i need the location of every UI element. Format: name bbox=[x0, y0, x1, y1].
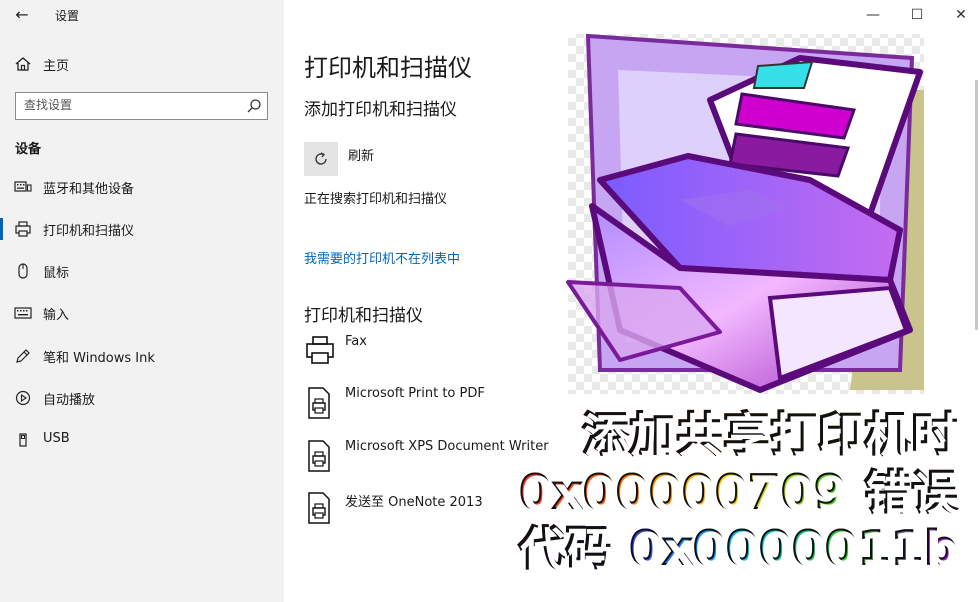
sidebar-item-label: 鼠标 bbox=[43, 266, 70, 281]
close-button[interactable]: ✕ bbox=[946, 3, 976, 27]
printer-item-onenote[interactable]: 发送至 OneNote 2013 bbox=[304, 491, 544, 531]
home-icon bbox=[15, 57, 31, 71]
printer-name: Microsoft XPS Document Writer bbox=[345, 439, 549, 454]
sidebar-item-label: 主页 bbox=[43, 59, 70, 74]
printer-item-fax[interactable]: Fax bbox=[304, 334, 544, 374]
title-bar: ← 设置 bbox=[0, 0, 284, 30]
sidebar-item-label: 输入 bbox=[43, 308, 70, 323]
selected-indicator bbox=[0, 218, 3, 240]
document-printer-icon bbox=[308, 440, 330, 472]
usb-icon bbox=[19, 433, 27, 447]
sidebar-item-label: 笔和 Windows Ink bbox=[43, 351, 155, 366]
refresh-label[interactable]: 刷新 bbox=[348, 145, 374, 164]
sidebar-item-bluetooth[interactable]: 蓝牙和其他设备 bbox=[0, 172, 284, 202]
page-title: 打印机和扫描仪 bbox=[304, 54, 472, 82]
search-input[interactable] bbox=[24, 96, 234, 114]
mouse-icon bbox=[18, 263, 28, 279]
printer-name: 发送至 OneNote 2013 bbox=[345, 495, 483, 510]
sidebar-item-home[interactable]: 主页 bbox=[0, 49, 284, 79]
printer-icon bbox=[15, 221, 31, 237]
printer-name: Fax bbox=[345, 334, 367, 349]
add-section-title: 添加打印机和扫描仪 bbox=[304, 100, 457, 120]
pen-icon bbox=[16, 349, 30, 363]
sidebar-item-label: USB bbox=[43, 431, 70, 446]
sidebar-item-typing[interactable]: 输入 bbox=[0, 298, 284, 328]
sidebar-item-label: 自动播放 bbox=[43, 393, 96, 408]
sidebar-item-label: 蓝牙和其他设备 bbox=[43, 182, 135, 197]
printer-clipart-illustration bbox=[566, 33, 924, 394]
fax-icon bbox=[306, 336, 334, 364]
printer-not-listed-link[interactable]: 我需要的打印机不在列表中 bbox=[304, 248, 460, 267]
sidebar-item-printers[interactable]: 打印机和扫描仪 bbox=[0, 214, 284, 244]
sidebar-item-pen[interactable]: 笔和 Windows Ink bbox=[0, 341, 284, 371]
printer-name: Microsoft Print to PDF bbox=[345, 386, 485, 401]
keyboard-icon bbox=[14, 181, 32, 192]
search-box[interactable] bbox=[15, 92, 268, 120]
sidebar-item-autoplay[interactable]: 自动播放 bbox=[0, 383, 284, 413]
autoplay-icon bbox=[15, 390, 31, 406]
back-button[interactable]: ← bbox=[8, 3, 36, 27]
maximize-button[interactable]: ☐ bbox=[902, 3, 932, 27]
section-title-devices: 设备 bbox=[15, 142, 42, 157]
printers-section-title: 打印机和扫描仪 bbox=[304, 306, 423, 326]
minimize-button[interactable]: — bbox=[858, 3, 888, 27]
search-icon[interactable] bbox=[245, 97, 263, 115]
sidebar: ← 设置 主页 设备 蓝牙和其他设备 打印机和扫描仪 bbox=[0, 0, 284, 602]
keyboard-icon bbox=[14, 307, 32, 319]
document-printer-icon bbox=[308, 492, 330, 524]
overlay-headline-line1: 添加共享打印机时 bbox=[581, 398, 958, 464]
window-title: 设置 bbox=[55, 9, 80, 23]
overlay-headline-line3: 代码 0x0000011b bbox=[517, 512, 958, 578]
refresh-icon bbox=[315, 152, 327, 165]
searching-status: 正在搜索打印机和扫描仪 bbox=[304, 192, 448, 207]
document-printer-icon bbox=[308, 387, 330, 419]
sidebar-item-usb[interactable]: USB bbox=[0, 425, 284, 455]
printer-item-xps[interactable]: Microsoft XPS Document Writer bbox=[304, 439, 549, 479]
printer-item-pdf[interactable]: Microsoft Print to PDF bbox=[304, 386, 544, 426]
refresh-button[interactable] bbox=[304, 142, 338, 176]
sidebar-item-mouse[interactable]: 鼠标 bbox=[0, 256, 284, 286]
sidebar-item-label: 打印机和扫描仪 bbox=[43, 224, 135, 239]
